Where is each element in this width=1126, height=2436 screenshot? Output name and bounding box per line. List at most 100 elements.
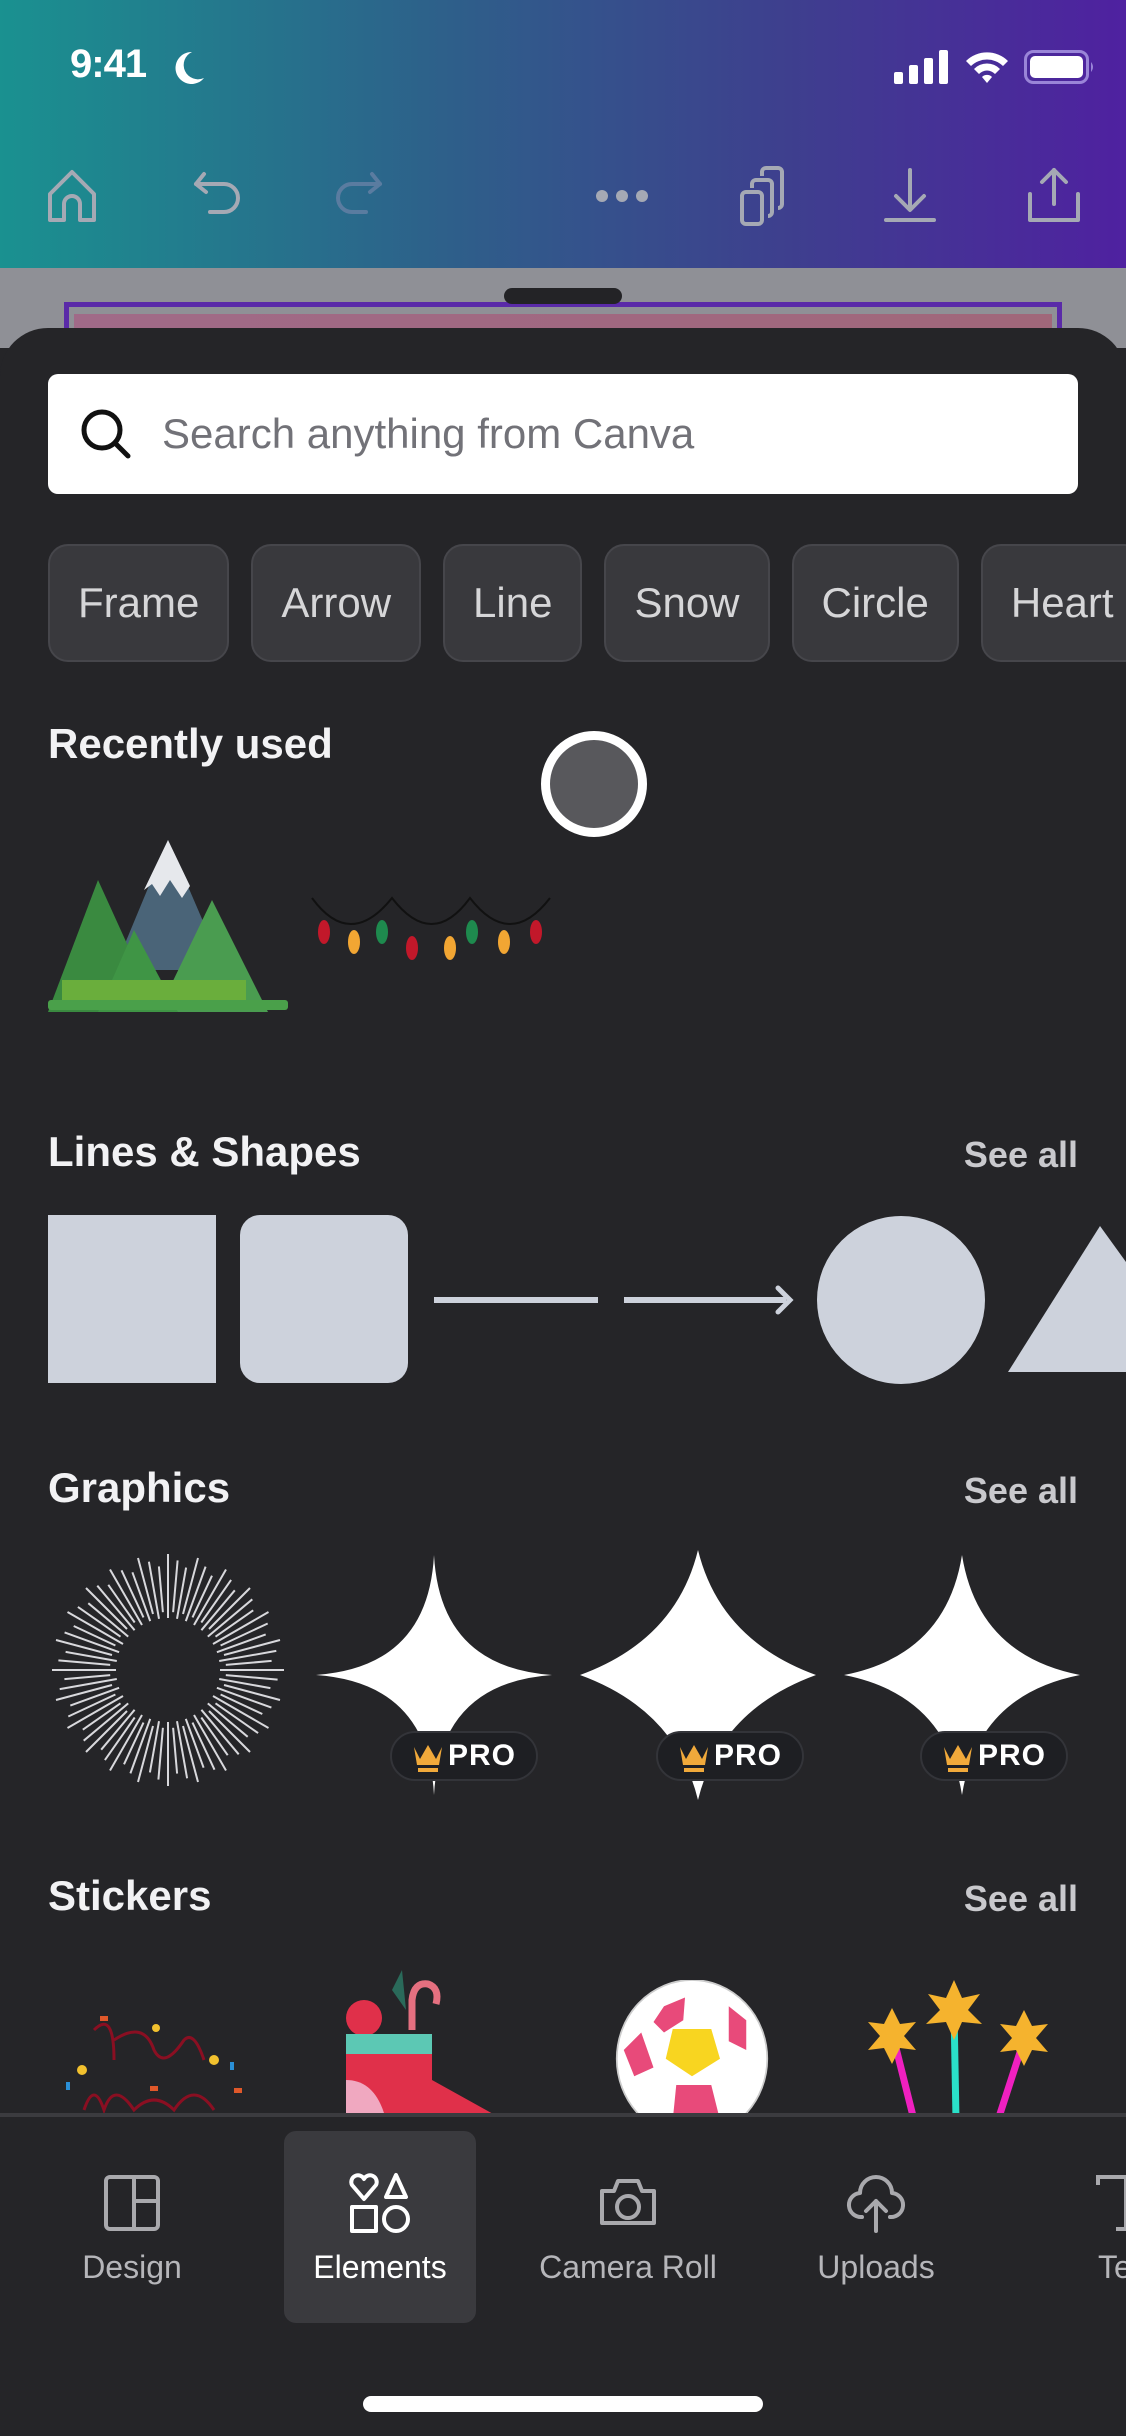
burst-ray — [176, 1721, 189, 1779]
redo-button[interactable] — [322, 160, 394, 232]
more-button[interactable] — [586, 160, 658, 232]
burst-ray — [225, 1659, 272, 1666]
burst-ray — [200, 1589, 236, 1631]
pro-label: PRO — [447, 1739, 516, 1772]
editor-header: 9:41 — [0, 0, 1126, 268]
burst-ray — [147, 1561, 160, 1619]
text-icon — [1096, 2175, 1126, 2231]
pro-badge: PRO — [656, 1731, 804, 1781]
burst-ray — [208, 1587, 251, 1630]
burst-ray — [59, 1678, 117, 1691]
touch-indicator — [541, 731, 647, 837]
burst-ray — [207, 1702, 249, 1738]
graphics-title: Graphics — [48, 1464, 231, 1511]
arrow-line-shape[interactable] — [624, 1280, 796, 1320]
sheet-drag-handle[interactable] — [504, 288, 622, 304]
pro-label: PRO — [713, 1739, 782, 1772]
soccer-ball-sticker[interactable] — [604, 1980, 780, 2113]
cloud-upload-icon — [847, 2175, 905, 2233]
home-indicator — [363, 2396, 763, 2412]
circle-shape[interactable] — [816, 1215, 986, 1385]
nav-label: Elements — [313, 2249, 447, 2285]
undo-icon — [194, 172, 240, 214]
pro-badge: PRO — [390, 1731, 538, 1781]
search-placeholder: Search anything from Canva — [162, 410, 695, 457]
nav-tab-uploads[interactable]: Uploads — [780, 2131, 972, 2323]
mountains-graphic[interactable] — [48, 840, 290, 1012]
nav-tab-camera-roll[interactable]: Camera Roll — [532, 2131, 724, 2323]
burst-ray — [208, 1710, 251, 1753]
happy-new-year-sticker[interactable] — [54, 2000, 274, 2113]
chip-circle[interactable]: Circle — [791, 544, 959, 662]
more-dots-icon — [596, 190, 648, 202]
suggestion-chips: Frame Arrow Line Snow Circle Heart — [48, 544, 1126, 662]
square-shape[interactable] — [48, 1215, 216, 1383]
nav-label: Te — [1098, 2249, 1126, 2285]
burst-ray — [157, 1566, 164, 1613]
download-button[interactable] — [874, 160, 946, 232]
burst-ray — [225, 1674, 278, 1681]
undo-button[interactable] — [182, 160, 254, 232]
nav-label: Design — [82, 2249, 182, 2285]
pages-icon — [740, 166, 784, 226]
burst-ray — [85, 1587, 128, 1630]
burst-ray — [64, 1674, 111, 1681]
burst-ray — [100, 1709, 136, 1751]
moon-icon — [175, 51, 204, 84]
burst-ray — [219, 1649, 277, 1662]
rounded-square-shape[interactable] — [240, 1215, 408, 1383]
christmas-stocking-sticker[interactable] — [336, 1970, 504, 2113]
bottom-navigation: Design Elements Camera Roll Uploads Te — [0, 2117, 1126, 2436]
recently-used-title: Recently used — [48, 720, 333, 767]
crown-icon — [679, 1745, 708, 1772]
nav-tab-elements[interactable]: Elements — [284, 2131, 476, 2323]
chip-frame[interactable]: Frame — [48, 544, 230, 662]
chip-heart[interactable]: Heart — [980, 544, 1126, 662]
share-icon — [1028, 168, 1080, 222]
camera-icon — [600, 2179, 656, 2225]
lines-shapes-title: Lines & Shapes — [48, 1128, 361, 1175]
editor-toolbar — [0, 160, 1126, 230]
wifi-icon — [966, 52, 1008, 83]
battery-icon — [1024, 50, 1093, 84]
nav-tab-text[interactable]: Te — [1028, 2131, 1126, 2323]
triangle-shape[interactable] — [1008, 1222, 1126, 1374]
elements-shapes-icon — [349, 2173, 410, 2233]
stickers-row — [0, 1960, 1126, 2113]
status-time: 9:41 — [70, 42, 147, 86]
burst-ray — [58, 1659, 111, 1666]
nav-label: Camera Roll — [539, 2249, 717, 2285]
sunburst-lines-graphic[interactable] — [48, 1550, 288, 1790]
burst-ray — [85, 1710, 128, 1753]
lines-shapes-see-all[interactable]: See all — [964, 1134, 1078, 1176]
redo-icon — [336, 172, 382, 214]
crown-icon — [413, 1745, 442, 1772]
home-button[interactable] — [36, 160, 108, 232]
burst-ray — [172, 1560, 179, 1613]
home-icon — [48, 170, 96, 222]
stickers-see-all[interactable]: See all — [964, 1878, 1078, 1920]
chip-snow[interactable]: Snow — [604, 544, 770, 662]
graphics-see-all[interactable]: See all — [964, 1470, 1078, 1512]
christmas-lights-graphic[interactable] — [310, 890, 554, 970]
search-input[interactable]: Search anything from Canva — [48, 374, 1078, 494]
design-layout-icon — [104, 2175, 160, 2231]
sparklers-sticker[interactable] — [864, 1980, 1060, 2113]
status-indicators — [894, 50, 1096, 84]
pro-label: PRO — [977, 1739, 1046, 1772]
burst-ray — [87, 1602, 129, 1638]
pages-button[interactable] — [730, 160, 802, 232]
download-icon — [884, 168, 936, 222]
pro-badge: PRO — [920, 1731, 1068, 1781]
crown-icon — [943, 1745, 972, 1772]
search-icon — [81, 409, 131, 459]
chip-arrow[interactable]: Arrow — [251, 544, 422, 662]
chip-line[interactable]: Line — [443, 544, 583, 662]
line-shape[interactable] — [434, 1285, 600, 1315]
nav-label: Uploads — [817, 2249, 935, 2285]
share-button[interactable] — [1018, 160, 1090, 232]
cellular-signal-icon — [894, 50, 948, 84]
stickers-title: Stickers — [48, 1872, 212, 1919]
burst-ray — [157, 1727, 164, 1780]
nav-tab-design[interactable]: Design — [36, 2131, 228, 2323]
